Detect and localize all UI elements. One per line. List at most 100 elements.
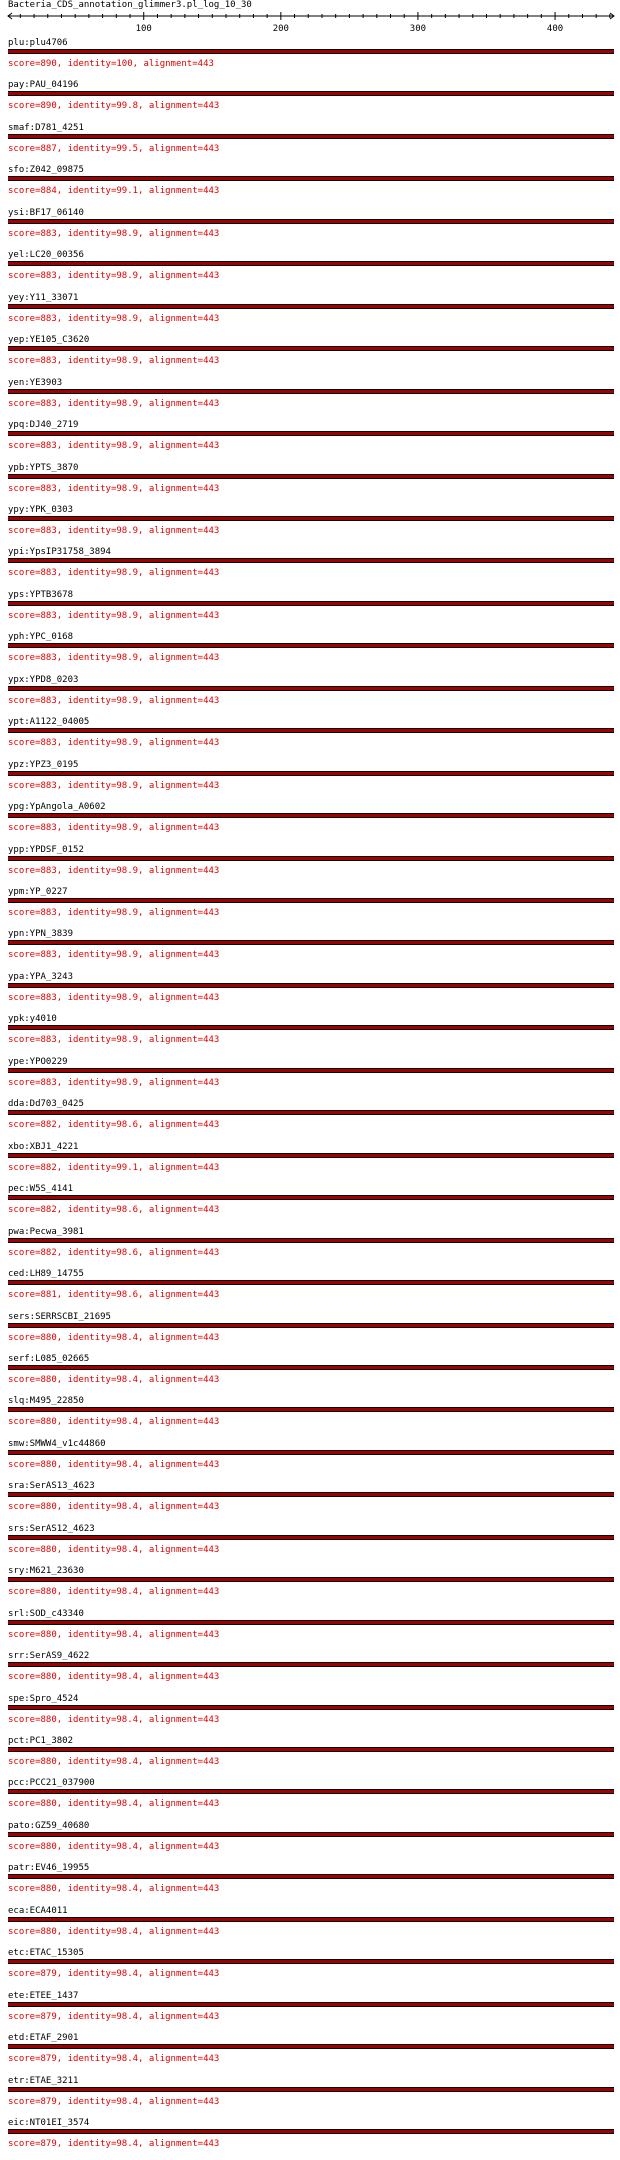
hit-name[interactable]: etc:ETAC_15305: [8, 1948, 84, 1959]
hit-name[interactable]: ypk:y4010: [8, 1014, 57, 1025]
alignment-bar[interactable]: [8, 643, 614, 649]
alignment-bar[interactable]: [8, 133, 614, 139]
alignment-bar[interactable]: [8, 1195, 614, 1201]
hit-name[interactable]: smaf:D781_4251: [8, 123, 84, 134]
alignment-bar[interactable]: [8, 728, 614, 734]
alignment-bar[interactable]: [8, 1449, 614, 1455]
hit-name[interactable]: yey:Y11_33071: [8, 293, 78, 304]
hit-name[interactable]: ypb:YPTS_3870: [8, 463, 78, 474]
alignment-bar[interactable]: [8, 1280, 614, 1286]
hit-name[interactable]: ypt:A1122_04005: [8, 717, 89, 728]
alignment-bar[interactable]: [8, 1407, 614, 1413]
hit-name[interactable]: ypz:YPZ3_0195: [8, 760, 78, 771]
hit-name[interactable]: dda:Dd703_0425: [8, 1099, 84, 1110]
hit-name[interactable]: pct:PC1_3802: [8, 1736, 73, 1747]
hit-name[interactable]: yel:LC20_00356: [8, 250, 84, 261]
alignment-bar[interactable]: [8, 1534, 614, 1540]
alignment-bar[interactable]: [8, 1322, 614, 1328]
hit-name[interactable]: ysi:BF17_06140: [8, 208, 84, 219]
alignment-bar[interactable]: [8, 91, 614, 97]
hit-name[interactable]: sfo:Z042_09875: [8, 165, 84, 176]
alignment-bar[interactable]: [8, 1747, 614, 1752]
alignment-bar[interactable]: [8, 2001, 614, 2007]
hit-name[interactable]: ypa:YPA_3243: [8, 972, 73, 983]
hit-name[interactable]: pec:W5S_4141: [8, 1184, 73, 1195]
alignment-bar[interactable]: [8, 685, 614, 691]
hit-name[interactable]: sry:M621_23630: [8, 1566, 84, 1577]
alignment-bar[interactable]: [8, 1789, 614, 1795]
hit-name[interactable]: plu:plu4706: [8, 38, 68, 49]
alignment-bar[interactable]: [8, 1619, 614, 1625]
alignment-bar[interactable]: [8, 218, 614, 224]
hit-name[interactable]: ypp:YPDSF_0152: [8, 845, 84, 856]
alignment-bar[interactable]: [8, 1662, 614, 1668]
alignment-bar[interactable]: [8, 940, 614, 946]
alignment-bar[interactable]: [8, 600, 614, 606]
hit-name[interactable]: ypi:YpsIP31758_3894: [8, 547, 111, 558]
hit-name[interactable]: etd:ETAF_2901: [8, 2033, 78, 2044]
alignment-bar[interactable]: [8, 388, 614, 394]
alignment-bar[interactable]: [8, 431, 614, 437]
alignment-bar[interactable]: [8, 1831, 614, 1837]
hit-name[interactable]: srl:SOD_c43340: [8, 1609, 84, 1620]
alignment-bar[interactable]: [8, 303, 614, 309]
alignment-bar[interactable]: [8, 982, 614, 988]
alignment-bar[interactable]: [8, 1237, 614, 1243]
alignment-bar[interactable]: [8, 1704, 614, 1710]
alignment-bar[interactable]: [8, 1025, 614, 1031]
alignment-bar[interactable]: [8, 1152, 614, 1158]
alignment-bar[interactable]: [8, 346, 614, 352]
hit-name[interactable]: pay:PAU_04196: [8, 80, 78, 91]
hit-name[interactable]: smw:SMWW4_v1c44860: [8, 1439, 106, 1450]
alignment-bar[interactable]: [8, 1874, 614, 1880]
hit-name[interactable]: xbo:XBJ1_4221: [8, 1142, 78, 1153]
alignment-bar[interactable]: [8, 813, 614, 819]
alignment-bar[interactable]: [8, 176, 614, 182]
alignment-bar[interactable]: [8, 898, 614, 903]
hit-name[interactable]: etr:ETAE_3211: [8, 2076, 78, 2087]
alignment-bar[interactable]: [8, 1067, 614, 1073]
alignment-bar[interactable]: [8, 261, 614, 267]
hit-name[interactable]: slq:M495_22850: [8, 1396, 84, 1407]
hit-name[interactable]: pato:GZ59_40680: [8, 1821, 89, 1832]
hit-name[interactable]: srs:SerAS12_4623: [8, 1524, 95, 1535]
alignment-bar[interactable]: [8, 2044, 614, 2050]
hit-name[interactable]: yph:YPC_0168: [8, 632, 73, 643]
hit-name[interactable]: pwa:Pecwa_3981: [8, 1227, 84, 1238]
alignment-bar[interactable]: [8, 1959, 614, 1965]
alignment-bar[interactable]: [8, 1364, 614, 1370]
hit-name[interactable]: ypg:YpAngola_A0602: [8, 802, 106, 813]
hit-name[interactable]: ete:ETEE_1437: [8, 1991, 78, 2002]
hit-name[interactable]: ypy:YPK_0303: [8, 505, 73, 516]
hit-name[interactable]: patr:EV46_19955: [8, 1863, 89, 1874]
alignment-bar[interactable]: [8, 770, 614, 776]
alignment-bar[interactable]: [8, 1110, 614, 1116]
hit-name[interactable]: sers:SERRSCBI_21695: [8, 1312, 111, 1323]
hit-name[interactable]: ypq:DJ40_2719: [8, 420, 78, 431]
alignment-bar[interactable]: [8, 2129, 614, 2135]
alignment-bar[interactable]: [8, 515, 614, 521]
hit-name[interactable]: eic:NT01EI_3574: [8, 2118, 89, 2129]
hit-name[interactable]: yps:YPTB3678: [8, 590, 73, 601]
hit-name[interactable]: ype:YPO0229: [8, 1057, 68, 1068]
alignment-bar[interactable]: [8, 855, 614, 861]
alignment-bar[interactable]: [8, 1577, 614, 1583]
alignment-bar[interactable]: [8, 558, 614, 564]
alignment-bar[interactable]: [8, 473, 614, 479]
hit-name[interactable]: sra:SerAS13_4623: [8, 1481, 95, 1492]
hit-name[interactable]: yep:YE105_C3620: [8, 335, 89, 346]
hit-name[interactable]: eca:ECA4011: [8, 1906, 68, 1917]
hit-name[interactable]: ypn:YPN_3839: [8, 929, 73, 940]
hit-name[interactable]: pcc:PCC21_037900: [8, 1778, 95, 1789]
alignment-bar[interactable]: [8, 2086, 614, 2092]
hit-name[interactable]: yen:YE3903: [8, 378, 62, 389]
hit-name[interactable]: spe:Spro_4524: [8, 1694, 78, 1705]
alignment-bar[interactable]: [8, 1916, 614, 1922]
hit-name[interactable]: ypm:YP_0227: [8, 887, 68, 898]
hit-name[interactable]: srr:SerAS9_4622: [8, 1651, 89, 1662]
alignment-bar[interactable]: [8, 1492, 614, 1498]
hit-name[interactable]: ypx:YPD8_0203: [8, 675, 78, 686]
hit-name[interactable]: ced:LH89_14755: [8, 1269, 84, 1280]
alignment-bar[interactable]: [8, 49, 614, 54]
hit-name[interactable]: serf:L085_02665: [8, 1354, 89, 1365]
